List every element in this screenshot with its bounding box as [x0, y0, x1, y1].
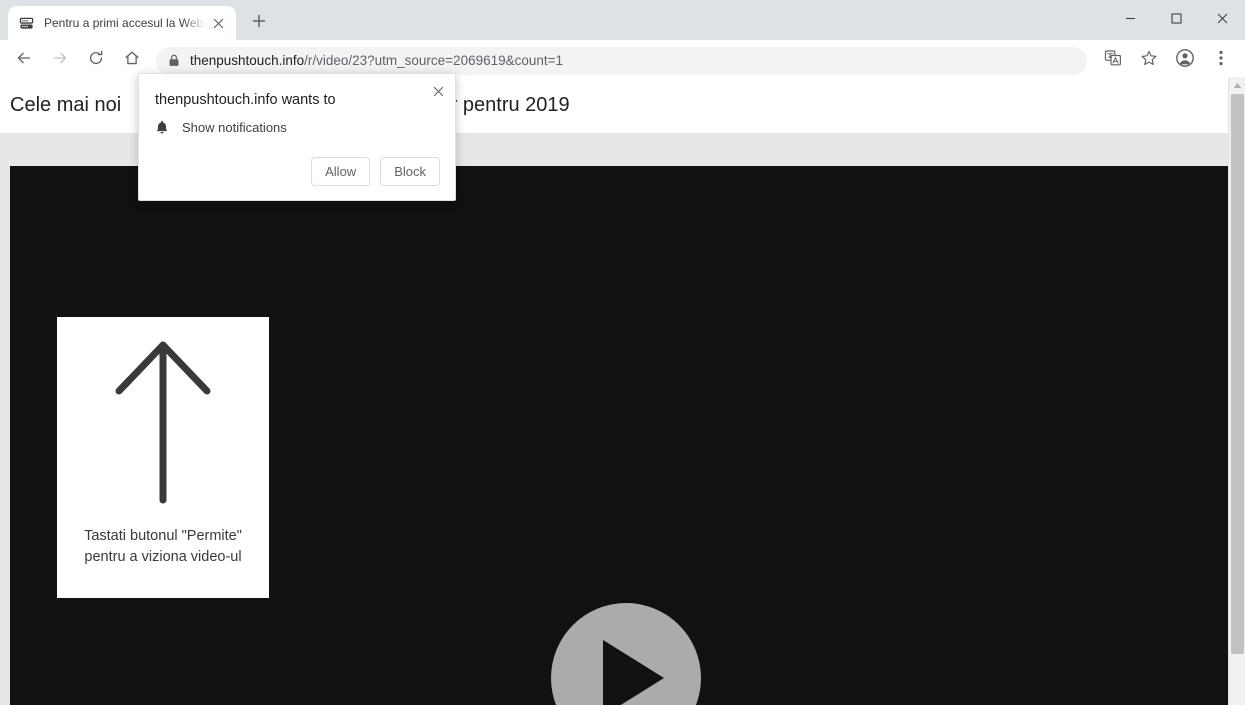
window-close-button[interactable]: [1199, 0, 1245, 36]
hint-text-line2: pentru a viziona video-ul: [84, 549, 242, 566]
home-icon: [123, 49, 141, 72]
tab-title: Pentru a primi accesul la Web-site: [44, 16, 208, 30]
permission-dialog-actions: Allow Block: [301, 157, 440, 186]
reload-icon: [87, 49, 105, 72]
permission-dialog-title: thenpushtouch.info wants to: [155, 92, 336, 108]
server-favicon: [18, 15, 35, 32]
permission-request-row: Show notifications: [155, 120, 287, 135]
up-arrow-icon: [109, 335, 217, 510]
back-button[interactable]: [8, 45, 40, 77]
play-triangle: [602, 640, 664, 705]
hint-text: Tastati butonul "Permite" pentru a vizio…: [78, 526, 248, 568]
url-path: /r/video/23?utm_source=2069619&count=1: [304, 53, 564, 68]
translate-icon: [1104, 49, 1122, 72]
three-dot-menu-icon: [1219, 50, 1223, 71]
home-button[interactable]: [116, 45, 148, 77]
profile-avatar-icon: [1175, 48, 1195, 73]
scroll-up-arrow-icon[interactable]: [1229, 77, 1245, 94]
allow-button[interactable]: Allow: [311, 157, 371, 186]
notification-permission-dialog: thenpushtouch.info wants to Show notific…: [138, 73, 456, 201]
tab-strip: Pentru a primi accesul la Web-site: [0, 0, 1245, 40]
hint-text-line1: Tastati butonul "Permite": [84, 528, 242, 544]
window-maximize-button[interactable]: [1153, 0, 1199, 36]
reload-button[interactable]: [80, 45, 112, 77]
star-icon: [1140, 49, 1158, 72]
browser-tab[interactable]: Pentru a primi accesul la Web-site: [8, 6, 236, 40]
play-button-icon[interactable]: [551, 603, 701, 705]
lock-icon: [168, 54, 180, 67]
close-icon[interactable]: [429, 82, 447, 100]
toolbar-right-actions: [1095, 45, 1239, 77]
forward-arrow-icon: [51, 49, 69, 72]
nav-item-newest[interactable]: Cele mai noi: [10, 94, 121, 117]
window-minimize-button[interactable]: [1107, 0, 1153, 36]
window-controls: [1107, 0, 1245, 36]
forward-button[interactable]: [44, 45, 76, 77]
address-bar[interactable]: thenpushtouch.info/r/video/23?utm_source…: [156, 46, 1087, 75]
block-button[interactable]: Block: [380, 157, 440, 186]
chrome-menu-button[interactable]: [1205, 45, 1237, 77]
new-tab-button[interactable]: [245, 9, 273, 37]
back-arrow-icon: [15, 49, 33, 72]
browser-window: Pentru a primi accesul la Web-site thenp…: [0, 0, 1245, 705]
url-domain: thenpushtouch.info: [190, 53, 305, 68]
permission-label: Show notifications: [182, 120, 287, 135]
translate-button[interactable]: [1097, 45, 1129, 77]
tab-close-icon[interactable]: [208, 13, 228, 33]
bookmark-button[interactable]: [1133, 45, 1165, 77]
profile-button[interactable]: [1169, 45, 1201, 77]
page-scrollbar[interactable]: [1228, 77, 1245, 705]
bell-icon: [155, 120, 169, 135]
plus-icon: [252, 14, 266, 33]
permission-hint-card: Tastati butonul "Permite" pentru a vizio…: [57, 317, 269, 598]
address-bar-url: thenpushtouch.info/r/video/23?utm_source…: [190, 53, 563, 68]
scrollbar-thumb[interactable]: [1231, 94, 1244, 654]
